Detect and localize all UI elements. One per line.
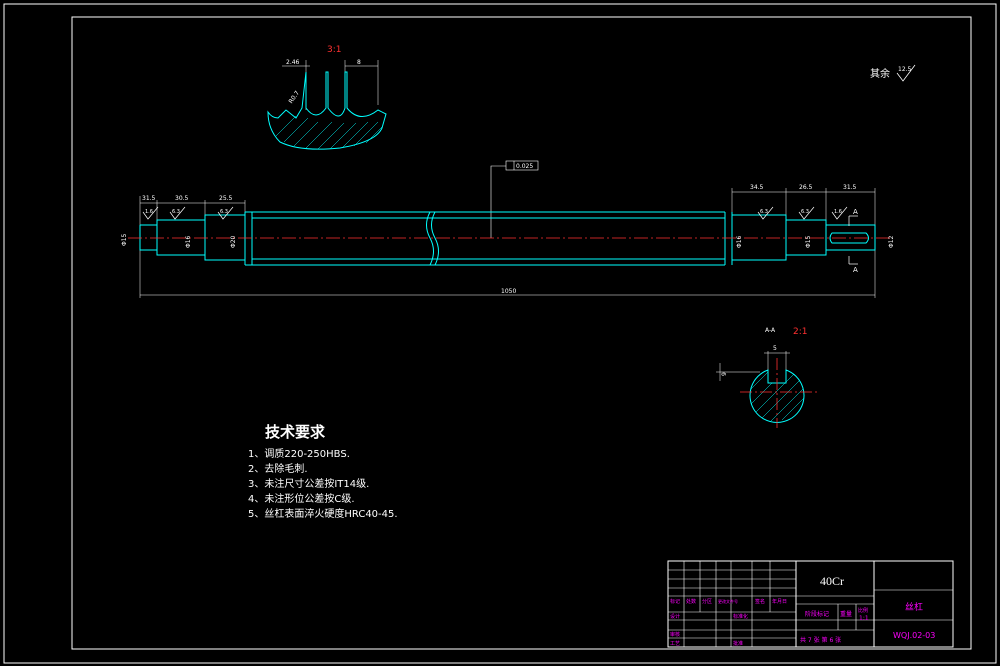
roughness-1: 1.6: [145, 209, 153, 215]
top-dim-6: 31.5: [843, 184, 857, 191]
surface-roughness-note: 其余 12.5: [870, 64, 916, 82]
roughness-2: 6.3: [172, 209, 180, 215]
section-a-a-view: A-A 2:1 5 9: [716, 327, 818, 428]
top-dim-3: 25.5: [219, 195, 233, 202]
key-depth-dim: 9: [721, 372, 728, 376]
role-label-1: 设计: [670, 613, 680, 620]
top-dim-1: 31.5: [142, 195, 156, 202]
detail-scale-label: 3:1: [327, 45, 341, 55]
row-label-4: 更改文件号: [718, 598, 738, 604]
surface-note-label: 其余: [870, 67, 890, 80]
top-dim-4: 34.5: [750, 184, 764, 191]
row-label-3: 分区: [702, 598, 712, 605]
roughness-6: 1.6: [834, 209, 842, 215]
shaft-main-view: 0.025 31.5 30.5 25.5 34.5 26.5 31.5 1050: [121, 160, 895, 298]
thread-detail-view: 3:1 2.46 8 R0.7: [267, 45, 387, 150]
material-text: 40Cr: [820, 574, 844, 588]
tech-item-4: 4、未注形位公差按C级.: [248, 494, 355, 505]
detail-dim-left: 2.46: [286, 59, 300, 66]
drawing-number-text: WQJ.02-03: [893, 631, 935, 640]
key-width-dim: 5: [773, 345, 777, 352]
role-label-3: 审核: [670, 631, 680, 638]
diameter-label-3: Φ20: [230, 235, 237, 248]
row-label-2: 处数: [686, 598, 696, 605]
detail-dim-radius: R0.7: [287, 90, 301, 105]
section-scale: 2:1: [793, 327, 807, 337]
tolerance-value: 0.025: [516, 163, 533, 170]
diameter-label-1: Φ15: [121, 233, 128, 246]
diameter-label-2: Φ16: [185, 235, 192, 248]
top-dim-5: 26.5: [799, 184, 813, 191]
cad-drawing-canvas: 3:1 2.46 8 R0.7 其余 12.5 0.025 31.5 30.5 …: [3, 3, 997, 664]
title-block: 40Cr 丝杠 WQJ.02-03 共 7 张 第 6 张 阶段标记 重量 比例…: [667, 560, 954, 648]
roughness-4: 6.3: [760, 209, 768, 215]
tech-item-5: 5、丝杠表面淬火硬度HRC40-45.: [248, 509, 398, 520]
row-label-5: 签名: [755, 598, 765, 605]
roughness-5: 6.3: [801, 209, 809, 215]
inner-border: [71, 16, 972, 650]
part-name-text: 丝杠: [905, 601, 923, 613]
section-letter-top: A: [853, 208, 858, 216]
total-length-dim: 1050: [501, 288, 516, 295]
diameter-label-5: Φ15: [805, 235, 812, 248]
tech-item-2: 2、去除毛刺.: [248, 464, 308, 475]
diameter-label-6: Φ12: [888, 235, 895, 248]
weight-label: 重量: [840, 610, 852, 618]
row-label-6: 年月日: [772, 598, 787, 605]
role-label-5: 批准: [733, 640, 743, 647]
stage-label: 阶段标记: [805, 610, 829, 618]
roughness-3: 6.3: [220, 209, 228, 215]
outer-border: [3, 3, 997, 664]
diameter-label-4: Φ16: [736, 235, 743, 248]
tech-item-3: 3、未注尺寸公差按IT14级.: [248, 479, 370, 490]
tech-requirements-title: 技术要求: [265, 423, 326, 441]
scale-value: 1:1: [859, 615, 869, 622]
sheet-info-text: 共 7 张 第 6 张: [800, 636, 841, 644]
top-dim-2: 30.5: [175, 195, 189, 202]
role-label-2: 标准化: [733, 613, 748, 620]
section-label: A-A: [765, 327, 776, 334]
row-label-1: 标记: [670, 598, 680, 605]
role-label-4: 工艺: [670, 641, 680, 647]
tech-item-1: 1、调质220-250HBS.: [248, 449, 350, 460]
detail-dim-pitch: 8: [357, 59, 361, 66]
section-letter-bottom: A: [853, 266, 858, 274]
scale-label: 比例: [858, 607, 868, 614]
